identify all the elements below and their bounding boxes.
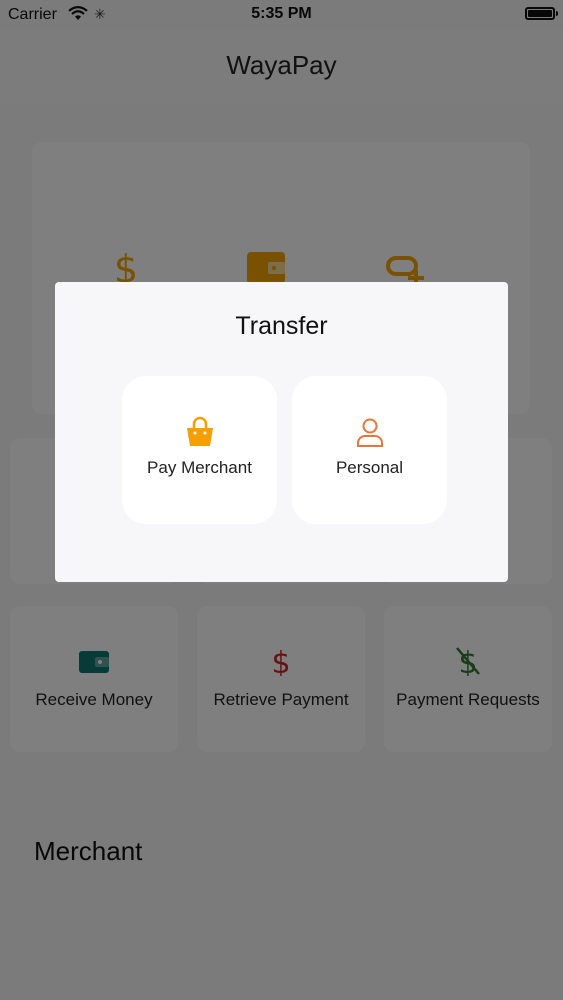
option-label: Personal — [335, 458, 404, 477]
transfer-modal: Transfer Pay Merchant Personal — [55, 282, 508, 582]
personal-button[interactable]: Personal — [292, 376, 447, 524]
shopping-bag-icon — [186, 416, 213, 446]
option-label: Pay Merchant — [147, 458, 252, 477]
user-icon — [356, 418, 383, 447]
modal-title: Transfer — [235, 312, 328, 340]
pay-merchant-button[interactable]: Pay Merchant — [122, 376, 277, 524]
